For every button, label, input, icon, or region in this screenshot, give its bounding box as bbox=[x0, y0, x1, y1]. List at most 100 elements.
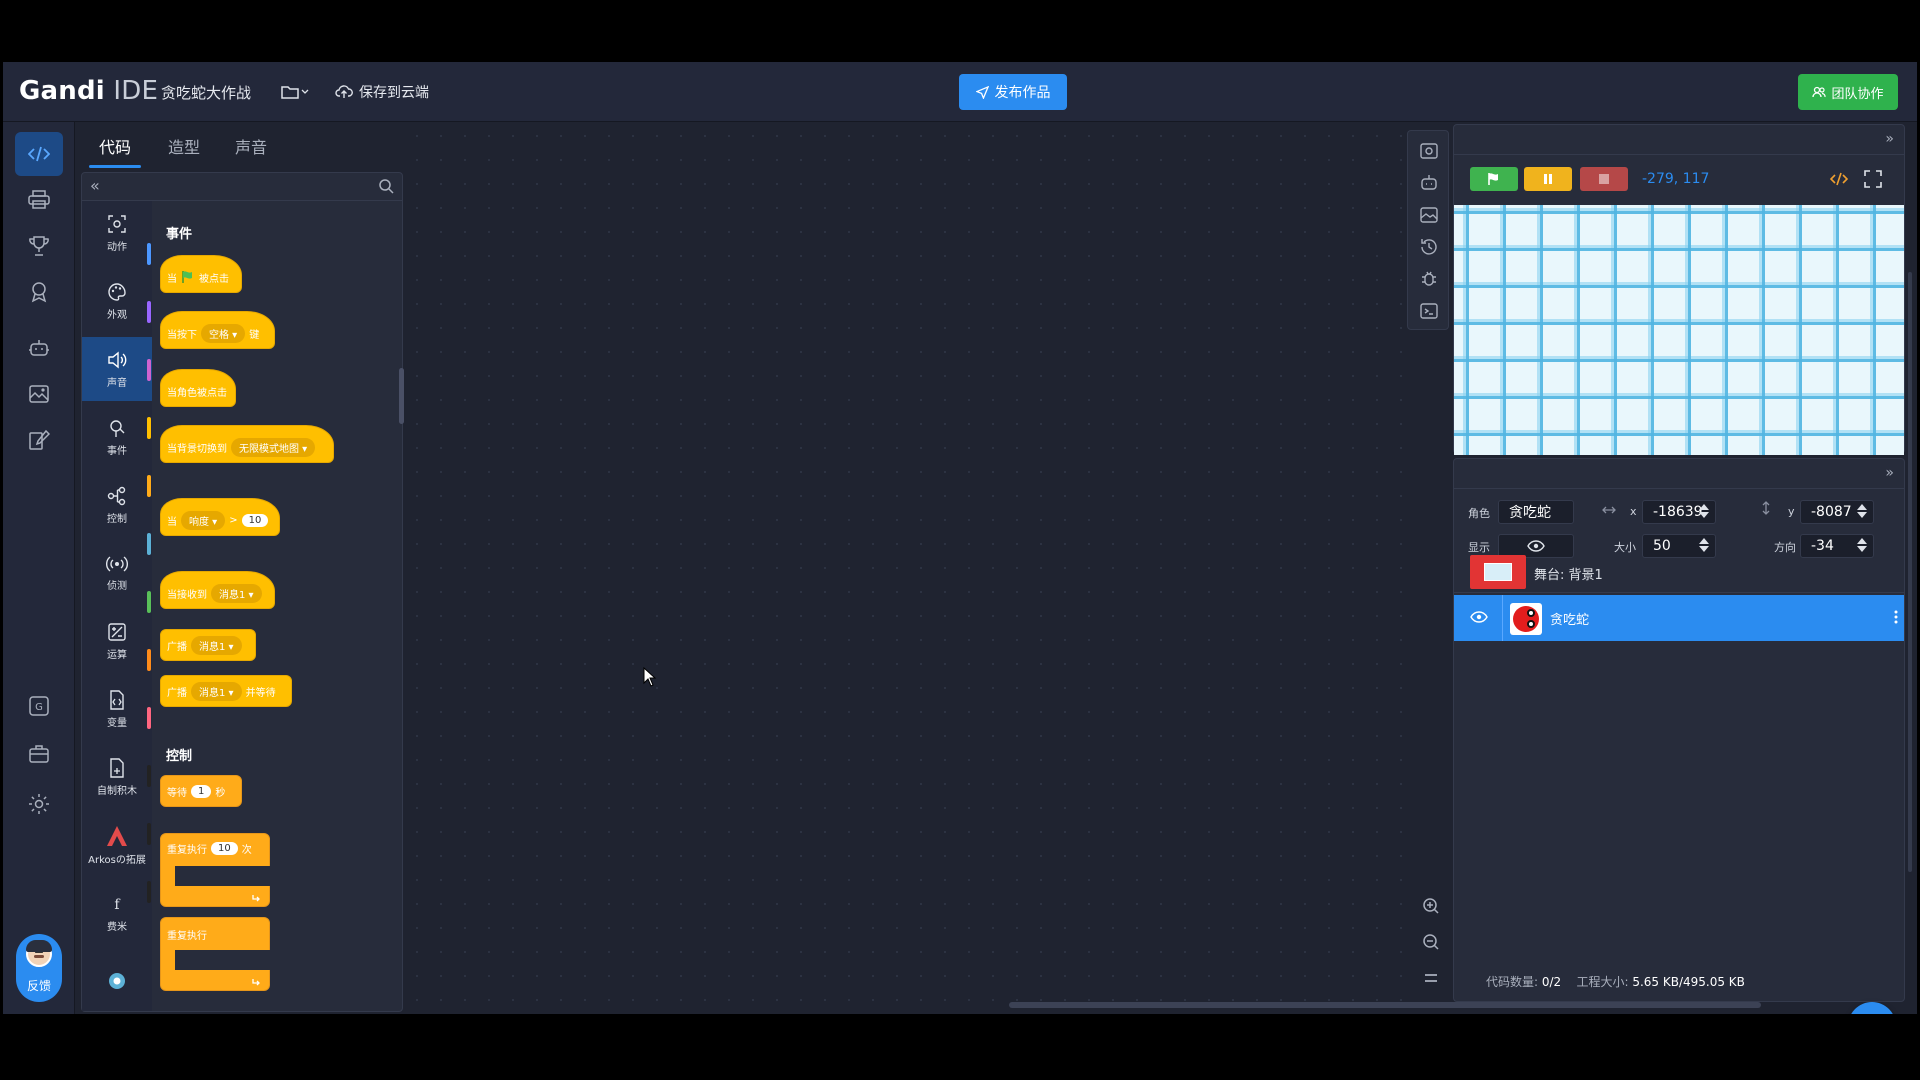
bug-icon[interactable] bbox=[1419, 269, 1439, 289]
block-text: 被点击 bbox=[199, 273, 229, 285]
robot-icon[interactable] bbox=[1419, 173, 1439, 193]
project-size-value: 5.65 KB/495.05 KB bbox=[1632, 975, 1745, 989]
tab-sounds[interactable]: 声音 bbox=[235, 134, 267, 158]
workspace-horizontal-scrollbar[interactable] bbox=[1009, 1002, 1761, 1008]
palette-scrollbar[interactable] bbox=[399, 368, 404, 424]
message-dropdown[interactable]: 消息1 ▾ bbox=[191, 681, 242, 701]
message-dropdown[interactable]: 消息1 ▾ bbox=[191, 635, 242, 655]
zoom-in-button[interactable] bbox=[1419, 894, 1443, 918]
category-sound[interactable]: 声音 bbox=[82, 337, 152, 401]
nav-design[interactable] bbox=[15, 418, 63, 462]
direction-stepper[interactable] bbox=[1857, 538, 1867, 552]
x-position-field[interactable]: -18639 bbox=[1642, 500, 1716, 524]
block-when-loudness[interactable]: 当 响度 ▾ > 10 bbox=[160, 498, 280, 536]
more-vertical-icon[interactable] bbox=[1894, 609, 1898, 625]
nav-palette[interactable] bbox=[15, 178, 63, 222]
wait-number-input[interactable]: 1 bbox=[191, 784, 212, 798]
category-color-bar bbox=[147, 591, 151, 613]
zoom-out-button[interactable] bbox=[1419, 930, 1443, 954]
category-sensing[interactable]: 侦测 bbox=[82, 541, 152, 605]
key-dropdown[interactable]: 空格 ▾ bbox=[201, 323, 246, 343]
x-label: x bbox=[1630, 505, 1637, 518]
message-dropdown[interactable]: 消息1 ▾ bbox=[211, 583, 262, 603]
category-events[interactable]: 事件 bbox=[82, 405, 152, 469]
category-fermi[interactable]: f 费米 bbox=[82, 881, 152, 945]
team-label: 团队协作 bbox=[1831, 86, 1884, 102]
y-position-field[interactable]: -8087 bbox=[1800, 500, 1874, 524]
block-when-key-pressed[interactable]: 当按下 空格 ▾ 键 bbox=[160, 311, 275, 349]
green-flag-button[interactable] bbox=[1470, 167, 1518, 191]
feedback-label: 反馈 bbox=[26, 979, 51, 993]
category-more[interactable] bbox=[82, 949, 152, 1013]
category-motion[interactable]: 动作 bbox=[82, 201, 152, 265]
nav-assets[interactable] bbox=[15, 372, 63, 416]
nav-trophy[interactable] bbox=[15, 224, 63, 268]
category-control[interactable]: 控制 bbox=[82, 473, 152, 537]
code-workspace[interactable] bbox=[405, 124, 1405, 1014]
top-bar: Gandi IDE 贪吃蛇大作战 保存到云端 发布作品 团队协作 bbox=[3, 62, 1917, 122]
tab-costumes[interactable]: 造型 bbox=[168, 134, 200, 158]
size-stepper[interactable] bbox=[1699, 538, 1709, 552]
y-stepper[interactable] bbox=[1857, 504, 1867, 518]
right-panel-scrollbar[interactable] bbox=[1908, 272, 1912, 872]
category-arkos-extension[interactable]: Arkosの拓展 bbox=[82, 813, 152, 877]
collapse-sprite-panel-button[interactable]: » bbox=[1885, 465, 1894, 481]
block-repeat-times[interactable]: 重复执行 10 次 bbox=[160, 833, 271, 907]
category-operators[interactable]: 运算 bbox=[82, 609, 152, 673]
category-variables[interactable]: 变量 bbox=[82, 677, 152, 741]
app-logo: Gandi IDE bbox=[19, 76, 158, 106]
block-text: 重复执行 bbox=[167, 845, 207, 856]
search-icon[interactable] bbox=[378, 178, 394, 194]
save-label: 保存到云端 bbox=[359, 85, 429, 101]
publish-button[interactable]: 发布作品 bbox=[959, 74, 1067, 110]
screenshot-icon[interactable] bbox=[1419, 141, 1439, 161]
stop-button[interactable] bbox=[1580, 167, 1628, 191]
feedback-button[interactable]: 反馈 bbox=[16, 934, 62, 1002]
terminal-icon[interactable] bbox=[1419, 301, 1439, 321]
backdrop-dropdown[interactable]: 无限模式地图 ▾ bbox=[231, 437, 316, 457]
block-when-sprite-clicked[interactable]: 当角色被点击 bbox=[160, 369, 236, 407]
nav-toolbox[interactable] bbox=[15, 732, 63, 776]
stage-list-item[interactable]: 舞台: 背景1 bbox=[1454, 551, 1904, 593]
nav-code[interactable] bbox=[15, 132, 63, 176]
block-wait-seconds[interactable]: 等待 1 秒 bbox=[160, 775, 242, 807]
collapse-stage-button[interactable]: » bbox=[1885, 131, 1894, 147]
category-looks[interactable]: 外观 bbox=[82, 269, 152, 333]
file-menu-button[interactable] bbox=[281, 80, 313, 104]
code-mode-icon[interactable] bbox=[1830, 171, 1848, 187]
project-title[interactable]: 贪吃蛇大作战 bbox=[161, 82, 251, 103]
pause-button[interactable] bbox=[1524, 167, 1572, 191]
save-to-cloud-button[interactable]: 保存到云端 bbox=[335, 80, 429, 104]
x-stepper[interactable] bbox=[1699, 504, 1709, 518]
repeat-number-input[interactable]: 10 bbox=[211, 842, 238, 855]
block-broadcast[interactable]: 广播 消息1 ▾ bbox=[160, 629, 256, 661]
sprite-list-item[interactable]: 贪吃蛇 bbox=[1454, 595, 1904, 641]
stage-canvas[interactable] bbox=[1454, 205, 1904, 455]
nav-extensions[interactable] bbox=[15, 326, 63, 370]
block-when-flag-clicked[interactable]: 当 被点击 bbox=[160, 255, 242, 293]
nav-award[interactable] bbox=[15, 270, 63, 314]
eye-icon[interactable] bbox=[1470, 611, 1488, 623]
block-forever[interactable]: 重复执行 bbox=[160, 917, 271, 991]
nav-settings[interactable] bbox=[15, 782, 63, 826]
loudness-dropdown[interactable]: 响度 ▾ bbox=[181, 510, 226, 530]
nav-gandi[interactable]: G bbox=[15, 684, 63, 728]
category-my-blocks[interactable]: 自制积木 bbox=[82, 745, 152, 809]
loudness-number-input[interactable]: 10 bbox=[241, 513, 269, 527]
sprite-name-field[interactable]: 贪吃蛇 bbox=[1498, 500, 1574, 524]
tab-code[interactable]: 代码 bbox=[99, 134, 131, 158]
history-icon[interactable] bbox=[1419, 237, 1439, 257]
palette-icon bbox=[108, 282, 126, 301]
block-text: 次 bbox=[241, 845, 252, 856]
block-when-receive[interactable]: 当接收到 消息1 ▾ bbox=[160, 571, 275, 609]
sprite-thumbnail bbox=[1510, 603, 1542, 635]
team-collaboration-button[interactable]: 团队协作 bbox=[1798, 74, 1898, 110]
zoom-reset-button[interactable] bbox=[1419, 966, 1443, 990]
block-text: 等待 bbox=[167, 787, 187, 799]
block-when-backdrop-switches[interactable]: 当背景切换到 无限模式地图 ▾ bbox=[160, 425, 334, 463]
fullscreen-icon[interactable] bbox=[1864, 170, 1882, 188]
block-broadcast-and-wait[interactable]: 广播 消息1 ▾ 并等待 bbox=[160, 675, 292, 707]
collapse-palette-button[interactable]: « bbox=[90, 176, 100, 195]
add-sprite-button[interactable] bbox=[1848, 1002, 1896, 1014]
image-icon[interactable] bbox=[1419, 205, 1439, 225]
